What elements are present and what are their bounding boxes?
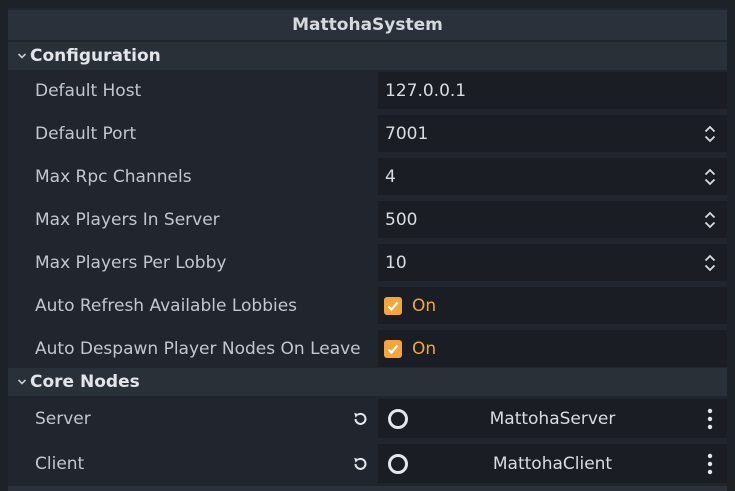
auto-refresh-toggle[interactable]: On [378, 287, 727, 324]
up-down-arrows-icon[interactable] [703, 167, 717, 187]
server-node-value: MattohaServer [489, 408, 616, 429]
inspector-panel: MattohaSystem Configuration Default Host… [8, 8, 727, 491]
property-label: Max Rpc Channels [35, 166, 192, 187]
revert-icon[interactable] [351, 410, 369, 428]
section-core-nodes-header[interactable]: Core Nodes [8, 368, 727, 396]
auto-refresh-state: On [412, 295, 437, 316]
chevron-down-icon [16, 50, 28, 62]
revert-icon[interactable] [351, 455, 369, 473]
auto-despawn-toggle[interactable]: On [378, 330, 727, 367]
property-label: Server [35, 408, 91, 429]
property-client: Client MattohaClient [8, 444, 727, 483]
checkmark-icon[interactable] [384, 296, 402, 315]
property-default-host: Default Host 127.0.0.1 [8, 72, 727, 109]
property-label: Max Players In Server [35, 209, 220, 230]
section-configuration-label: Configuration [30, 46, 161, 66]
property-max-players-in-server: Max Players In Server 500 [8, 201, 727, 238]
node-circle-icon [388, 453, 408, 474]
property-label: Auto Refresh Available Lobbies [35, 295, 298, 316]
max-players-in-server-spinbox[interactable]: 500 [378, 201, 727, 238]
checkmark-icon[interactable] [384, 339, 402, 358]
property-label: Auto Despawn Player Nodes On Leave [35, 338, 361, 359]
node-circle-icon [388, 408, 408, 429]
property-auto-despawn-player-nodes: Auto Despawn Player Nodes On Leave On [8, 330, 727, 367]
panel-bottom-edge [8, 486, 727, 491]
kebab-menu-icon[interactable] [707, 408, 713, 430]
chevron-down-icon [16, 376, 28, 388]
client-node-field[interactable]: MattohaClient [378, 444, 727, 483]
kebab-menu-icon[interactable] [707, 453, 713, 475]
max-players-in-server-value: 500 [385, 209, 418, 230]
section-core-nodes-label: Core Nodes [30, 372, 140, 392]
server-node-field[interactable]: MattohaServer [378, 399, 727, 438]
panel-title: MattohaSystem [8, 10, 727, 40]
max-players-per-lobby-spinbox[interactable]: 10 [378, 244, 727, 281]
section-configuration-header[interactable]: Configuration [8, 42, 727, 70]
property-label: Client [35, 453, 85, 474]
property-server: Server MattohaServer [8, 399, 727, 438]
up-down-arrows-icon[interactable] [703, 253, 717, 273]
default-host-field[interactable]: 127.0.0.1 [378, 72, 727, 109]
client-node-value: MattohaClient [492, 453, 613, 474]
property-label: Default Host [35, 80, 142, 101]
property-max-rpc-channels: Max Rpc Channels 4 [8, 158, 727, 195]
property-default-port: Default Port 7001 [8, 115, 727, 152]
default-port-value: 7001 [385, 123, 429, 144]
max-rpc-channels-value: 4 [385, 166, 396, 187]
max-rpc-channels-spinbox[interactable]: 4 [378, 158, 727, 195]
property-max-players-per-lobby: Max Players Per Lobby 10 [8, 244, 727, 281]
property-auto-refresh-available-lobbies: Auto Refresh Available Lobbies On [8, 287, 727, 324]
up-down-arrows-icon[interactable] [703, 210, 717, 230]
default-port-spinbox[interactable]: 7001 [378, 115, 727, 152]
up-down-arrows-icon[interactable] [703, 124, 717, 144]
max-players-per-lobby-value: 10 [385, 252, 407, 273]
property-label: Default Port [35, 123, 137, 144]
auto-despawn-state: On [412, 338, 437, 359]
default-host-value: 127.0.0.1 [385, 80, 467, 101]
property-label: Max Players Per Lobby [35, 252, 227, 273]
